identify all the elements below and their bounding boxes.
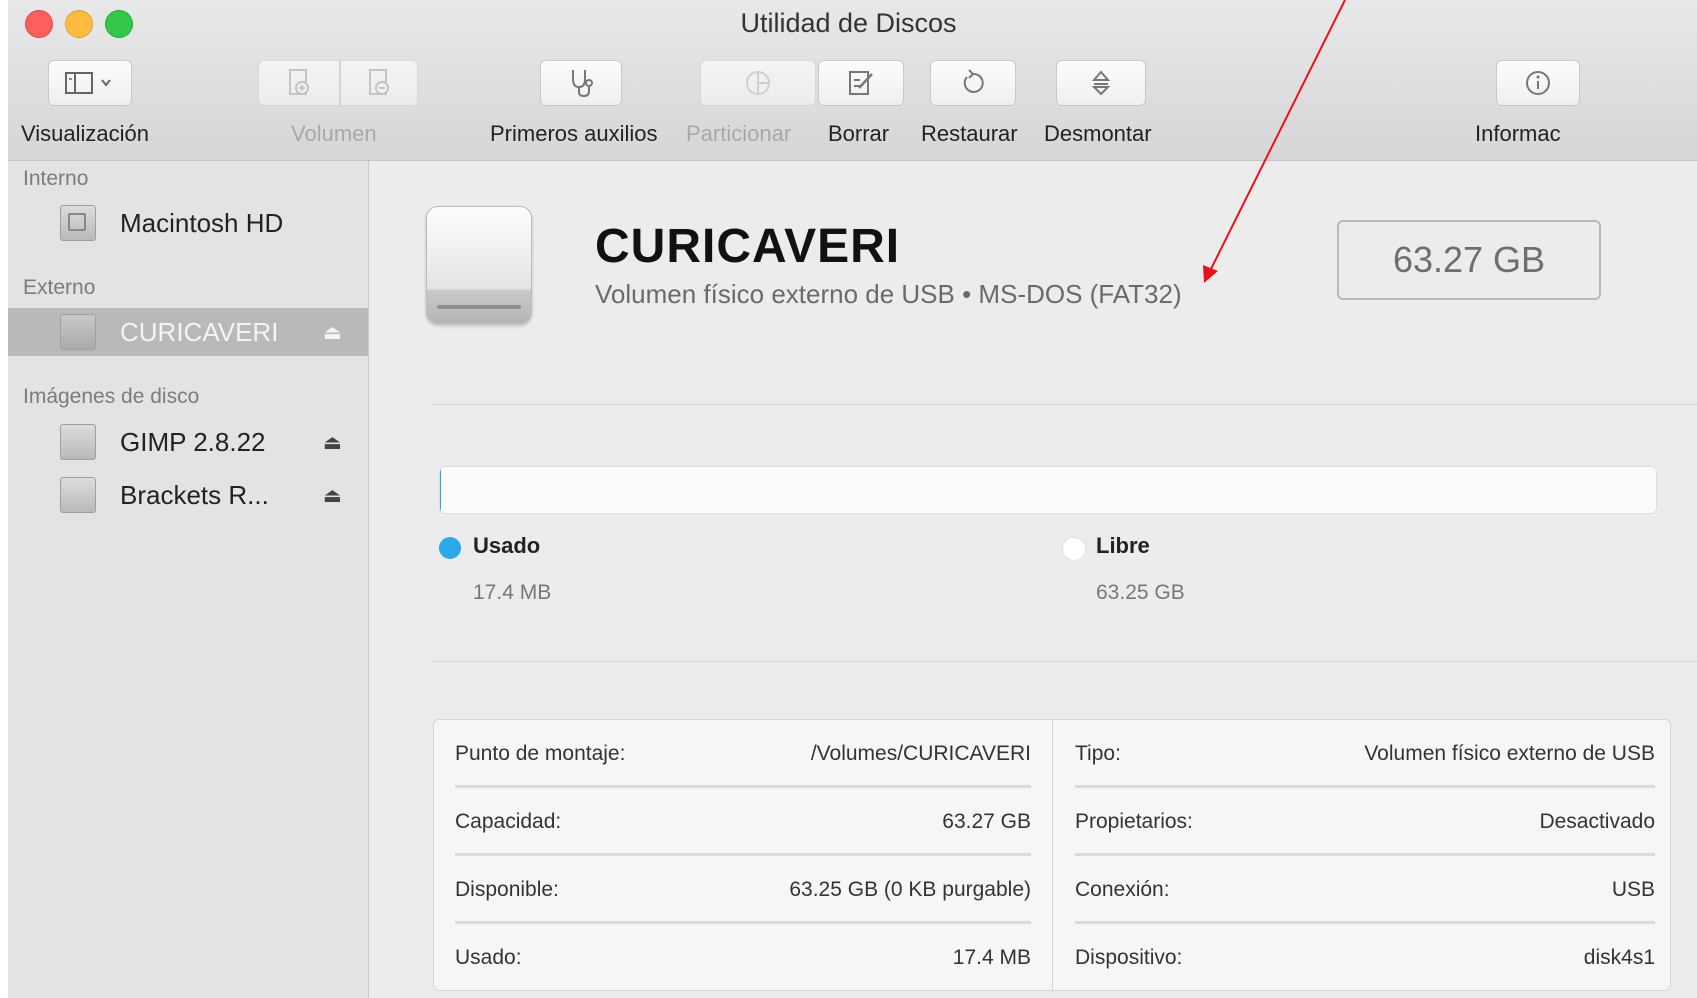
info-value: Desactivado [1539, 810, 1655, 833]
info-key: Capacidad: [455, 810, 562, 833]
sidebar-section-disk-images: Imágenes de disco [23, 385, 200, 408]
remove-volume-button[interactable] [340, 60, 418, 106]
add-volume-button[interactable] [258, 60, 340, 106]
eject-icon[interactable]: ⏏ [323, 430, 342, 455]
restore-icon [963, 69, 984, 93]
used-value: 17.4 MB [473, 581, 552, 604]
info-value: 63.27 GB [942, 810, 1031, 833]
first-aid-button[interactable] [540, 60, 622, 106]
sidebar-section-external: Externo [23, 276, 96, 299]
disk-image-icon [60, 477, 96, 513]
usage-bar [439, 466, 1657, 514]
window-title: Utilidad de Discos [740, 8, 957, 38]
internal-disk-icon [60, 205, 96, 241]
free-legend-dot [1062, 537, 1086, 561]
info-value: 63.25 GB (0 KB purgable) [789, 878, 1031, 901]
unmount-label: Desmontar [1044, 121, 1152, 146]
erase-button[interactable] [818, 60, 904, 106]
sidebar-item-gimp[interactable]: GIMP 2.8.22 ⏏ [8, 417, 368, 467]
sidebar: Interno Macintosh HD Externo CURICAVERI … [8, 161, 369, 998]
divider [431, 404, 1697, 405]
erase-label: Borrar [828, 121, 890, 146]
sidebar-item-label: Brackets R... [120, 479, 269, 510]
info-value: Volumen físico externo de USB [1364, 742, 1655, 765]
first-aid-label: Primeros auxilios [490, 121, 658, 146]
info-value: disk4s1 [1583, 946, 1655, 969]
info-value: 17.4 MB [952, 946, 1031, 969]
unmount-icon [1091, 70, 1111, 96]
sidebar-item-label: GIMP 2.8.22 [120, 426, 266, 457]
partition-label: Particionar [686, 121, 792, 146]
usb-drive-icon [60, 314, 96, 350]
used-legend-dot [439, 537, 461, 559]
remove-volume-icon [369, 69, 389, 95]
pie-partition-icon [746, 71, 770, 95]
volume-label: Volumen [291, 121, 377, 146]
info-value: /Volumes/CURICAVERI [810, 742, 1031, 765]
info-row-available: Disponible: 63.25 GB (0 KB purgable) [455, 856, 1031, 924]
toolbar: Utilidad de Discos Visualización Volumen… [8, 0, 1697, 161]
info-key: Disponible: [455, 878, 559, 901]
info-row-capacity: Capacidad: 63.27 GB [455, 788, 1031, 856]
used-legend-title: Usado [473, 533, 541, 558]
volume-name: CURICAVERI [595, 220, 901, 273]
sidebar-section-internal: Interno [23, 167, 89, 190]
info-button[interactable] [1496, 60, 1580, 106]
info-key: Punto de montaje: [455, 742, 626, 765]
sidebar-item-brackets[interactable]: Brackets R... ⏏ [8, 470, 368, 520]
sidebar-item-label: Macintosh HD [120, 207, 284, 238]
view-label: Visualización [21, 121, 150, 146]
eject-icon[interactable]: ⏏ [323, 483, 342, 508]
divider [431, 661, 1697, 662]
info-key: Conexión: [1075, 878, 1170, 901]
restore-button[interactable] [930, 60, 1016, 106]
info-value: USB [1611, 878, 1655, 901]
free-value: 63.25 GB [1096, 581, 1185, 604]
info-row-used: Usado: 17.4 MB [455, 924, 1031, 992]
unmount-button[interactable] [1056, 60, 1146, 106]
erase-icon [849, 71, 873, 95]
info-column-left: Punto de montaje: /Volumes/CURICAVERI Ca… [434, 720, 1052, 990]
eject-icon[interactable]: ⏏ [323, 320, 342, 345]
info-icon [1526, 71, 1550, 95]
sidebar-item-macintosh-hd[interactable]: Macintosh HD [8, 198, 368, 248]
view-button[interactable] [48, 60, 132, 106]
info-key: Propietarios: [1075, 810, 1193, 833]
info-row-device: Dispositivo: disk4s1 [1075, 924, 1655, 992]
info-row-mount-point: Punto de montaje: /Volumes/CURICAVERI [455, 720, 1031, 788]
info-key: Tipo: [1075, 742, 1121, 765]
external-drive-icon [426, 206, 532, 324]
info-row-owners: Propietarios: Desactivado [1075, 788, 1655, 856]
info-column-right: Tipo: Volumen físico externo de USB Prop… [1052, 720, 1671, 990]
sidebar-item-curicaveri[interactable]: CURICAVERI ⏏ [8, 308, 368, 356]
disk-utility-window: Utilidad de Discos Visualización Volumen… [8, 0, 1697, 998]
info-row-connection: Conexión: USB [1075, 856, 1655, 924]
sidebar-item-label: CURICAVERI [120, 316, 279, 347]
disk-image-icon [60, 424, 96, 460]
free-legend-title: Libre [1096, 533, 1150, 558]
volume-detail-pane: CURICAVERI Volumen físico externo de USB… [369, 161, 1697, 998]
info-key: Usado: [455, 946, 522, 969]
info-key: Dispositivo: [1075, 946, 1183, 969]
restore-label: Restaurar [921, 121, 1018, 146]
sidebar-icon [65, 72, 111, 94]
info-row-type: Tipo: Volumen físico externo de USB [1075, 720, 1655, 788]
add-volume-icon [289, 69, 309, 95]
volume-info-table: Punto de montaje: /Volumes/CURICAVERI Ca… [433, 719, 1671, 991]
volume-description: Volumen físico externo de USB • MS-DOS (… [595, 279, 1182, 309]
capacity-badge: 63.27 GB [1337, 220, 1601, 300]
info-label: Informac [1475, 121, 1561, 146]
partition-button[interactable] [700, 60, 816, 106]
stethoscope-icon [572, 70, 593, 98]
